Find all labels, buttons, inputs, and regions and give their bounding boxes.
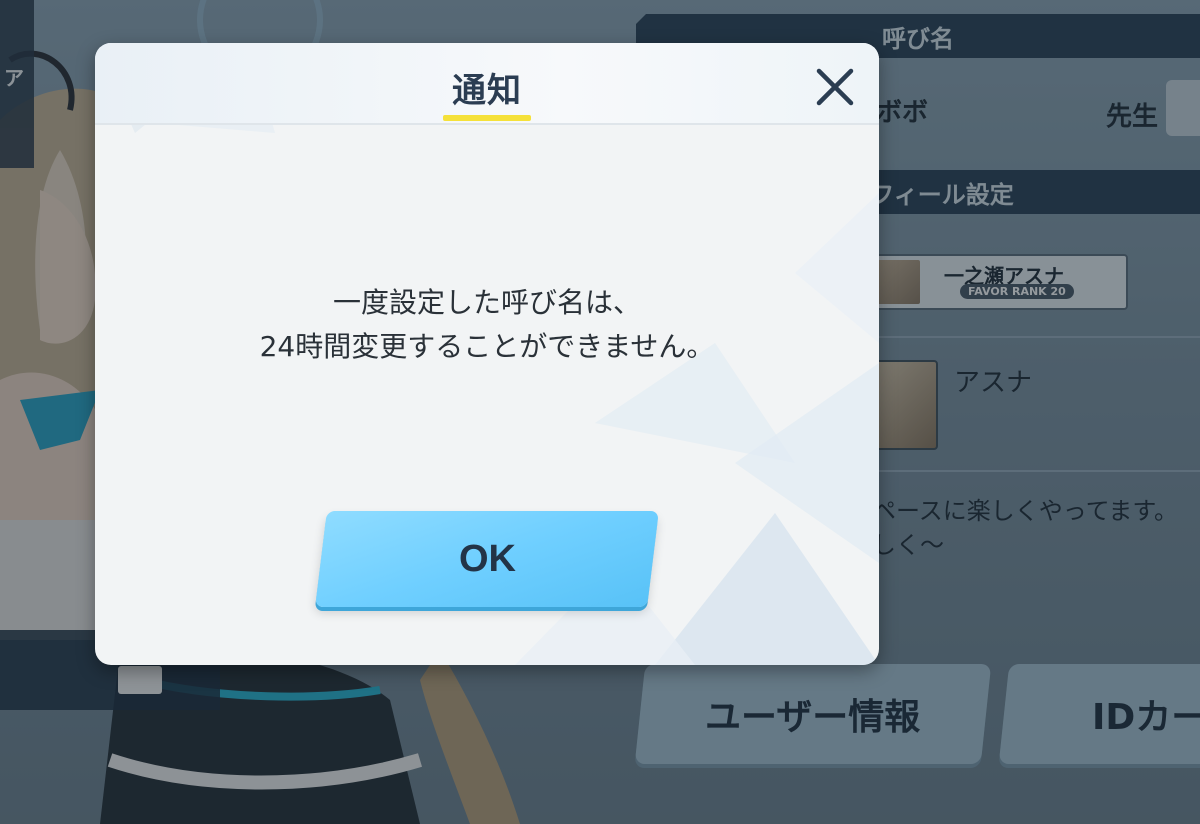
- dialog-header: 通知: [95, 43, 879, 125]
- ok-button[interactable]: OK: [315, 511, 659, 607]
- dialog-message: 一度設定した呼び名は、 24時間変更することができません。: [95, 281, 879, 369]
- close-icon[interactable]: [811, 63, 859, 111]
- notification-dialog: 通知 一度設定した呼び名は、 24時間変更することができません。 OK: [95, 43, 879, 665]
- message-line-1: 一度設定した呼び名は、: [332, 286, 641, 319]
- title-underline: [443, 115, 531, 121]
- message-line-2: 24時間変更することができません。: [259, 330, 715, 363]
- dialog-title: 通知: [452, 71, 522, 111]
- ok-button-label: OK: [458, 537, 516, 580]
